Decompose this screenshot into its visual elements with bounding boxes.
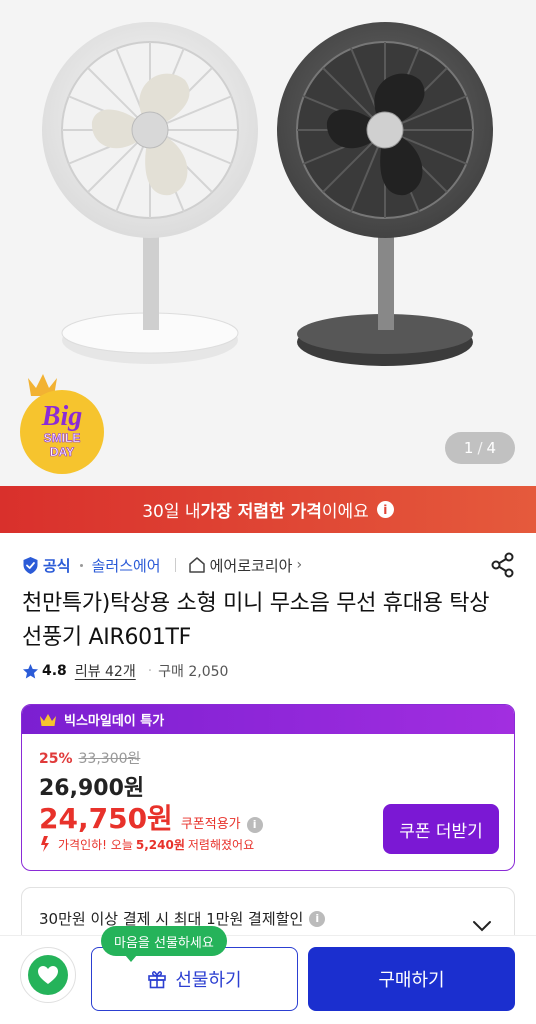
coupon-price: 24,750원: [39, 802, 173, 835]
store-name: 에어로코리아: [209, 556, 293, 575]
discount-percent: 25%: [39, 751, 73, 767]
divider: [174, 558, 176, 572]
lowest-price-banner[interactable]: 30일 내 가장 저렴한 가격 이에요 i: [0, 486, 536, 533]
deal-card: 빅스마일데이 특가 25% 33,300원 26,900원 24,750원 쿠폰…: [21, 704, 515, 871]
info-icon[interactable]: i: [246, 816, 263, 833]
crown-icon: [40, 713, 56, 726]
gift-button[interactable]: 선물하기: [91, 947, 298, 1011]
gift-label: 선물하기: [175, 970, 242, 991]
heart-icon-bg: [28, 955, 68, 995]
purchase-count: 구매 2,050: [158, 664, 229, 680]
separator-dot: [79, 563, 83, 567]
product-title: 천만특가)탁상용 소형 미니 무소음 무선 휴대용 탁상 선풍기 AIR601T…: [22, 591, 490, 650]
drop-suffix: 저렴해졌어요: [187, 837, 255, 852]
coupon-price-line: 24,750원 쿠폰적용가 i: [39, 797, 263, 837]
badge-line2: SMILE: [44, 431, 81, 445]
chevron-down-icon[interactable]: [472, 920, 492, 932]
down-arrow-icon: [41, 836, 49, 852]
product-image-gallery[interactable]: Big SMILE DAY 1 / 4: [0, 0, 536, 486]
info-icon[interactable]: i: [376, 501, 394, 518]
coupon-tag: 쿠폰적용가: [180, 817, 241, 832]
deal-body: 25% 33,300원 26,900원 24,750원 쿠폰적용가 i 가격인하…: [22, 734, 514, 870]
buy-button[interactable]: 구매하기: [308, 947, 515, 1011]
chevron-right-icon: ›: [296, 557, 303, 573]
star-icon: [23, 663, 38, 678]
heart-icon: [38, 966, 58, 984]
rating-row: 4.8 리뷰 42개 · 구매 2,050: [22, 660, 228, 682]
more-coupons-button[interactable]: 쿠폰 더받기: [383, 804, 499, 854]
gift-tooltip: 마음을 선물하세요: [101, 926, 227, 962]
gift-icon: [148, 971, 167, 989]
deal-header-label: 빅스마일데이 특가: [64, 714, 165, 729]
big-smile-day-badge: Big SMILE DAY: [14, 370, 114, 476]
deal-header: 빅스마일데이 특가: [22, 705, 514, 734]
info-icon[interactable]: i: [309, 910, 326, 927]
current-page: 1: [463, 439, 474, 457]
store-link[interactable]: 에어로코리아 ›: [188, 555, 302, 576]
banner-suffix: 이에요: [321, 502, 369, 522]
price-drop-notice: 가격인하! 오늘 5,240원 저렴해졌어요: [39, 835, 254, 853]
banner-prefix: 30일 내: [142, 502, 201, 522]
separator: ·: [147, 663, 153, 679]
review-link[interactable]: 리뷰 42개: [75, 661, 136, 681]
official-label: 공식: [43, 556, 71, 575]
shield-check-icon: [23, 556, 38, 574]
share-icon[interactable]: [489, 551, 517, 579]
original-price: 33,300원: [78, 751, 141, 767]
official-badge: 공식: [22, 555, 71, 576]
page-separator: /: [477, 439, 483, 457]
drop-amount: 5,240원: [135, 837, 185, 852]
discount-line: 25% 33,300원: [39, 748, 140, 768]
dark-fan: [277, 22, 493, 366]
image-page-indicator: 1 / 4: [445, 432, 515, 464]
brand-row: 공식 솔러스에어 에어로코리아 ›: [22, 553, 302, 577]
badge-line3: DAY: [50, 445, 74, 459]
rating-score: 4.8: [42, 663, 67, 679]
home-icon: [188, 557, 205, 573]
brand-link[interactable]: 솔러스에어: [92, 555, 161, 576]
drop-prefix: 가격인하! 오늘: [58, 837, 133, 852]
banner-highlight: 가장 저렴한 가격: [200, 502, 322, 522]
total-pages: 4: [486, 439, 497, 457]
white-fan: [42, 22, 258, 364]
badge-line1: Big: [41, 401, 82, 432]
wishlist-button[interactable]: [20, 947, 76, 1003]
